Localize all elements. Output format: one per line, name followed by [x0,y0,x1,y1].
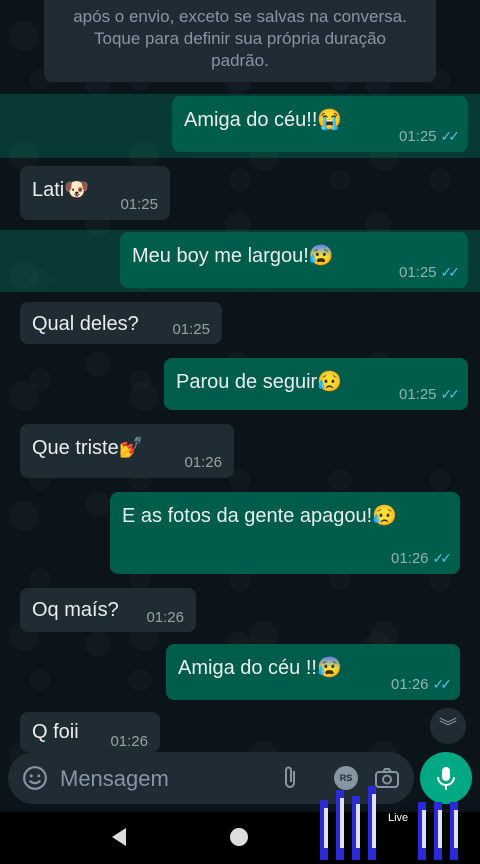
crying-emoji-icon: 😭 [317,109,343,131]
message-input[interactable] [58,760,272,798]
outgoing-message[interactable]: Amiga do céu !!😰 01:26 ✓✓ [166,644,460,700]
notice-line: Toque para definir sua própria duração [93,29,387,48]
message-text: Meu boy me largou! [132,245,309,267]
outgoing-message[interactable]: E as fotos da gente apagou!😥 01:26 ✓✓ [110,492,460,574]
incoming-message[interactable]: Lati🐶 01:25 [20,166,170,220]
anxious-emoji-icon: 😰 [308,245,334,267]
read-ticks-icon: ✓✓ [440,128,461,144]
incoming-message[interactable]: Qual deles? 01:25 [20,302,222,344]
watermark-graphic-icon [320,786,458,860]
message-text: Q foii [32,721,79,743]
sad-emoji-icon: 😥 [372,505,398,527]
disappearing-messages-notice[interactable]: após o envio, exceto se salvas na conver… [44,0,436,82]
emoji-icon[interactable] [22,765,48,791]
message-time: 01:25 [398,264,437,281]
read-ticks-icon: ✓✓ [432,676,453,692]
incoming-message[interactable]: Que triste💅 01:26 [20,424,234,478]
read-ticks-icon: ✓✓ [432,550,453,566]
read-ticks-icon: ✓✓ [440,264,461,280]
message-text: Lati [32,179,65,201]
outgoing-message[interactable]: Meu boy me largou!😰 01:25 ✓✓ [120,232,468,288]
chat-screen: após o envio, exceto se salvas na conver… [0,0,480,864]
outgoing-message[interactable]: Amiga do céu!!😭 01:25 ✓✓ [172,96,468,152]
watermark-text: Live [388,812,409,824]
message-time: 01:25 [398,386,437,403]
rs-label: RS [339,773,353,783]
message-time: 01:26 [390,676,429,693]
incoming-message[interactable]: Oq maís? 01:26 [20,588,196,632]
message-time: 01:25 [398,128,437,145]
message-time: 01:26 [110,733,148,750]
sad-emoji-icon: 😥 [317,371,343,393]
message-time: 01:26 [146,609,184,626]
message-text: Amiga do céu!! [184,109,318,131]
paperclip-icon[interactable] [280,765,300,791]
read-ticks-icon: ✓✓ [440,386,461,402]
message-text: Oq maís? [32,599,119,621]
dog-emoji-icon: 🐶 [64,179,90,201]
notice-line: padrão. [211,51,269,70]
incoming-message[interactable]: Q foii 01:26 [20,712,160,752]
message-text: E as fotos da gente apagou! [122,505,373,527]
notice-line: após o envio, exceto se salvas na conver… [73,7,407,26]
scroll-to-bottom-button[interactable]: ︾ [430,708,466,744]
message-text: Que triste [32,437,119,459]
message-text: Parou de seguir [176,371,318,393]
message-time: 01:25 [120,196,158,213]
message-time: 01:26 [390,550,429,567]
back-icon[interactable] [112,828,126,846]
chevron-double-down-icon: ︾ [439,717,457,737]
message-text: Qual deles? [32,313,139,335]
nail-polish-emoji-icon: 💅 [118,437,144,459]
outgoing-message[interactable]: Parou de seguir😥 01:25 ✓✓ [164,358,468,410]
message-time: 01:25 [172,321,210,338]
message-text: Amiga do céu !! [178,657,317,679]
anxious-emoji-icon: 😰 [316,657,342,679]
home-icon[interactable] [230,828,248,846]
watermark-logo: Live [318,786,468,864]
message-time: 01:26 [184,454,222,471]
